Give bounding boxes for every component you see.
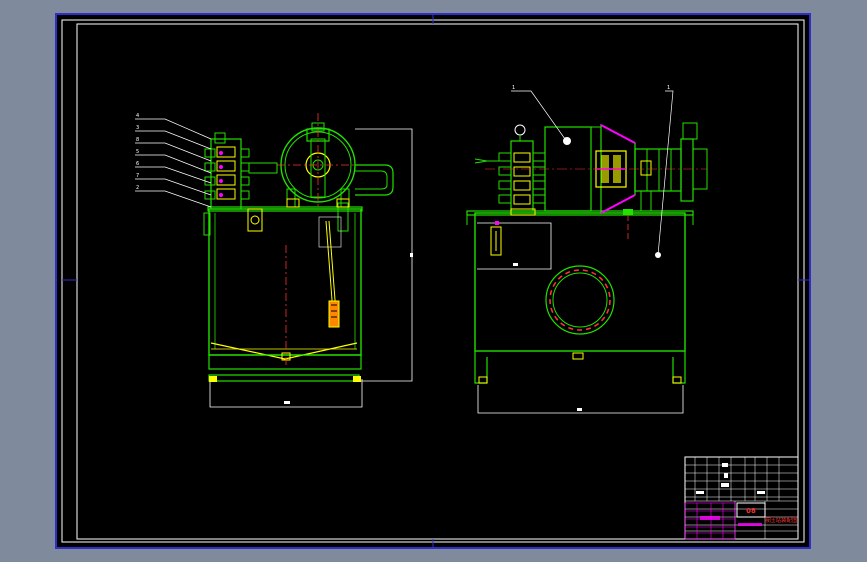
drawing-number: 08 (746, 507, 756, 515)
callout-label: 7 (136, 173, 139, 179)
left-view: 4 3 8 5 6 7 2 (135, 113, 413, 408)
callout-label: 6 (136, 161, 139, 167)
callout-label: 3 (136, 125, 139, 131)
sheet-outer-frame (61, 19, 805, 543)
title-block: 08 液压站装配图 (684, 456, 799, 540)
signature-cells (684, 502, 736, 540)
drawing-title: 液压站装配图 (764, 516, 798, 524)
left-leaders (135, 118, 212, 208)
centering-marks (62, 14, 810, 548)
right-view: 1 1 (466, 85, 708, 414)
callout-label: 2 (136, 185, 139, 191)
left-dim-text-v (410, 253, 413, 257)
drawing-sheet: 4 3 8 5 6 7 2 1 1 08 液压站装配图 (55, 13, 811, 549)
left-dimension-lines (355, 128, 413, 382)
callout-label: 4 (136, 113, 139, 119)
sheet-border (55, 13, 811, 549)
callout-label: 1 (512, 85, 515, 91)
right-valve-stack (474, 124, 546, 216)
callout-label: 5 (136, 149, 139, 155)
drawing-frame (76, 23, 799, 540)
drawing-canvas: 4 3 8 5 6 7 2 1 1 08 液压站装配图 (55, 13, 811, 549)
callout-label: 1 (667, 85, 670, 91)
callout-label: 8 (136, 137, 139, 143)
right-callouts: 1 1 (512, 85, 670, 91)
cleanout-cover (545, 265, 615, 335)
left-tank-base (208, 354, 362, 370)
pressure-gauge (514, 124, 526, 136)
left-sloped-bottom (210, 342, 358, 360)
motor-body (634, 148, 682, 192)
left-dim-text (284, 401, 290, 404)
right-leaders (511, 90, 674, 256)
cad-viewport[interactable]: 4 3 8 5 6 7 2 1 1 08 液压站装配图 (0, 0, 867, 562)
left-valve-stack (204, 132, 278, 210)
